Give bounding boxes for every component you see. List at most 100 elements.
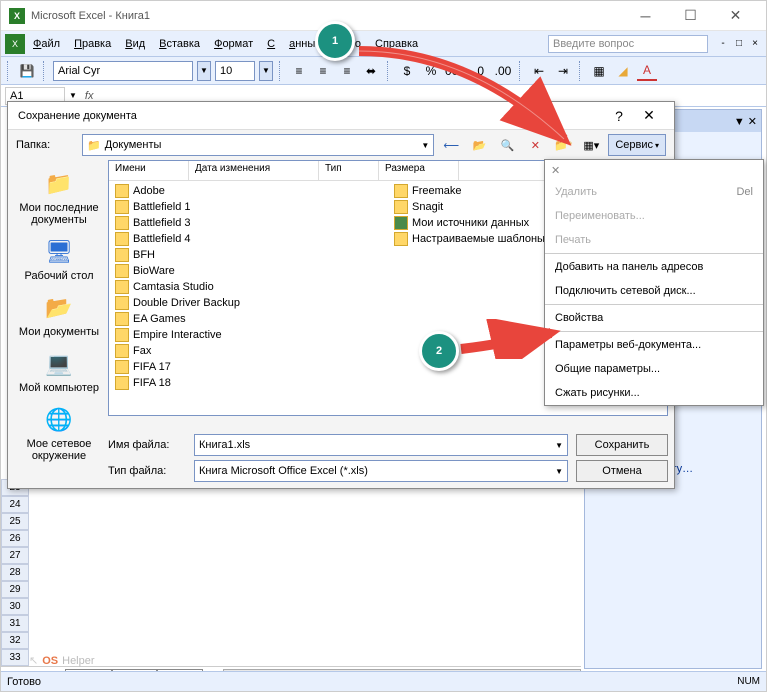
menu-format[interactable]: Формат [208,35,259,53]
file-item[interactable]: Battlefield 4 [113,231,384,247]
borders-icon[interactable]: ▦ [589,61,609,81]
dec-indent-icon[interactable]: ⇤ [529,61,549,81]
percent-icon[interactable]: % [421,61,441,81]
menu-map-drive[interactable]: Подключить сетевой диск... [545,279,763,303]
menu-properties[interactable]: Свойства [545,306,763,330]
file-item[interactable]: Empire Interactive [113,327,384,343]
folder-combo[interactable]: 📁 Документы ▼ [82,134,434,156]
folder-icon: 📁 [87,139,101,152]
cancel-button[interactable]: Отмена [576,460,668,482]
row-header[interactable]: 26 [1,530,29,547]
menu-general-options[interactable]: Общие параметры... [545,357,763,381]
menu-edit[interactable]: Правка [68,35,117,53]
dec-decimal-icon[interactable]: .00 [493,61,513,81]
row-header[interactable]: 24 [1,496,29,513]
filetype-combo[interactable]: Книга Microsoft Office Excel (*.xls)▼ [194,460,568,482]
delete-icon[interactable]: ✕ [524,134,546,156]
views-icon[interactable]: ▦▾ [580,134,602,156]
file-item[interactable]: Battlefield 3 [113,215,384,231]
align-right-icon[interactable]: ≡ [337,61,357,81]
currency-icon[interactable]: $ [397,61,417,81]
file-item[interactable]: Fax [113,343,384,359]
place-desktop[interactable]: 🖥Рабочий стол [16,232,102,286]
menu-compress-pictures[interactable]: Сжать рисунки... [545,381,763,405]
file-item[interactable]: Double Driver Backup [113,295,384,311]
row-header[interactable]: 25 [1,513,29,530]
filename-input[interactable]: Книга1.xls▼ [194,434,568,456]
mdi-minimize[interactable]: - [716,37,730,51]
col-name[interactable]: Имени [109,161,189,180]
font-size-combo[interactable]: 10 [215,61,255,81]
menu-help[interactable]: Справка [369,35,424,53]
file-item[interactable]: Adobe [113,183,384,199]
place-recent[interactable]: 📁Мои последние документы [16,164,102,230]
font-name-dropdown[interactable]: ▼ [197,61,211,81]
file-item[interactable]: EA Games [113,311,384,327]
row-header[interactable]: 29 [1,581,29,598]
font-size-dropdown[interactable]: ▼ [259,61,273,81]
service-dropdown-menu: ✕ УдалитьDel Переименовать... Печать Доб… [544,159,764,406]
menu-file[interactable]: Файл [27,35,66,53]
search-icon[interactable]: 🔍 [496,134,518,156]
file-item[interactable]: Battlefield 1 [113,199,384,215]
menu-cut1[interactable]: С [261,35,281,53]
col-date[interactable]: Дата изменения [189,161,319,180]
inc-indent-icon[interactable]: ⇥ [553,61,573,81]
menu-add-address[interactable]: Добавить на панель адресов [545,255,763,279]
folder-icon [394,184,408,198]
folder-icon [115,360,129,374]
name-box-dropdown[interactable]: ▼ [69,91,77,100]
row-header[interactable]: 30 [1,598,29,615]
minimize-button[interactable]: ─ [623,2,668,30]
menu-view[interactable]: Вид [119,35,151,53]
taskpane-dropdown-icon[interactable]: ▼ ✕ [734,115,757,128]
col-type[interactable]: Тип [319,161,379,180]
mdi-close[interactable]: × [748,37,762,51]
dialog-help-button[interactable]: ? [604,108,634,124]
place-network[interactable]: 🌐Мое сетевое окружение [16,400,102,466]
align-left-icon[interactable]: ≡ [289,61,309,81]
filetype-label: Тип файла: [108,465,186,477]
save-button[interactable]: Сохранить [576,434,668,456]
menu-rename[interactable]: Переименовать... [545,204,763,228]
col-size[interactable]: Размера [379,161,459,180]
menu-web-options[interactable]: Параметры веб-документа... [545,333,763,357]
file-item[interactable]: Camtasia Studio [113,279,384,295]
row-header[interactable]: 33 [1,649,29,666]
row-header[interactable]: 28 [1,564,29,581]
file-item[interactable]: BioWare [113,263,384,279]
row-header[interactable]: 27 [1,547,29,564]
align-center-icon[interactable]: ≡ [313,61,333,81]
fx-icon[interactable]: fx [85,90,94,102]
row-header[interactable]: 31 [1,615,29,632]
font-color-icon[interactable]: A [637,61,657,81]
merge-icon[interactable]: ⬌ [361,61,381,81]
place-documents[interactable]: 📂Мои документы [16,288,102,342]
place-computer[interactable]: 💻Мой компьютер [16,344,102,398]
new-folder-icon[interactable]: 📁* [552,134,574,156]
file-item[interactable]: FIFA 17 [113,359,384,375]
menu-insert[interactable]: Вставка [153,35,206,53]
inc-decimal-icon[interactable]: .0 [469,61,489,81]
dialog-close-button[interactable]: ✕ [634,107,664,124]
menu-close-icon[interactable]: ✕ [551,164,560,177]
menu-delete[interactable]: УдалитьDel [545,180,763,204]
folder-icon [115,216,129,230]
font-name-combo[interactable]: Arial Cyr [53,61,193,81]
save-icon[interactable]: 💾 [17,61,37,81]
file-item[interactable]: BFH [113,247,384,263]
menu-print[interactable]: Печать [545,228,763,252]
file-item[interactable]: FIFA 18 [113,375,384,391]
fill-color-icon[interactable]: ◢ [613,61,633,81]
service-button[interactable]: Сервис▾ [608,134,666,156]
back-icon[interactable]: ⟵ [440,134,462,156]
up-folder-icon[interactable]: 📂 [468,134,490,156]
comma-icon[interactable]: 000 [445,61,465,81]
mdi-restore[interactable]: □ [732,37,746,51]
ask-question-box[interactable]: Введите вопрос [548,35,708,53]
close-button[interactable]: ✕ [713,2,758,30]
folder-icon [115,248,129,262]
row-header[interactable]: 32 [1,632,29,649]
maximize-button[interactable]: ☐ [668,2,713,30]
excel-doc-icon[interactable]: X [5,34,25,54]
